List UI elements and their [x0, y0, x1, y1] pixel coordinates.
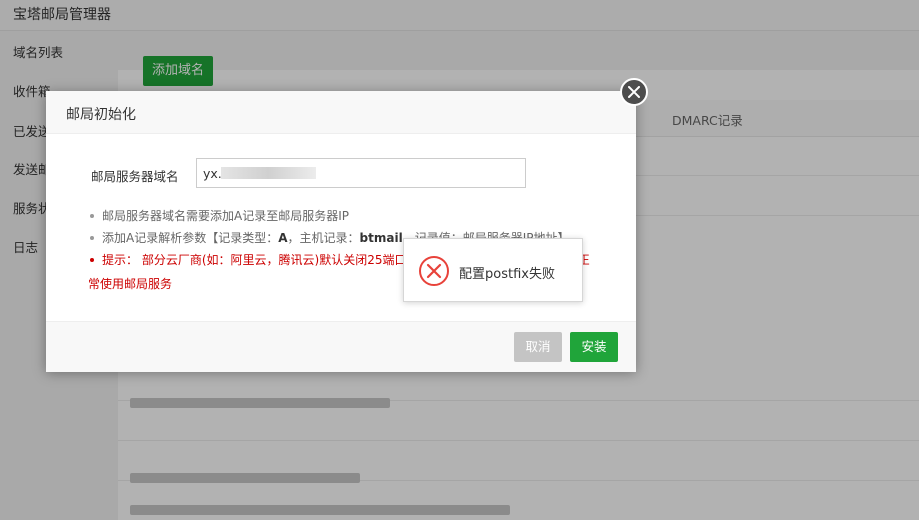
- install-button[interactable]: 安装: [570, 332, 618, 362]
- error-toast: 配置postfix失败: [403, 238, 583, 302]
- redacted-domain-text: [221, 167, 316, 179]
- close-icon: [628, 86, 640, 98]
- dialog-footer: 取消 安装: [46, 321, 636, 372]
- toast-message: 配置postfix失败: [459, 267, 555, 282]
- error-circle-icon: [419, 256, 449, 286]
- dialog-header: 邮局初始化: [46, 91, 636, 134]
- tip-item: 邮局服务器域名需要添加A记录至邮局服务器IP: [88, 205, 618, 227]
- mail-init-dialog: 邮局初始化 邮局服务器域名 邮局服务器域名需要添加A记录至邮局服务器IP 添加A…: [46, 91, 636, 372]
- cancel-button[interactable]: 取消: [514, 332, 562, 362]
- dialog-title: 邮局初始化: [66, 107, 136, 123]
- domain-field-label: 邮局服务器域名: [91, 169, 179, 184]
- close-dialog-button[interactable]: [620, 78, 648, 106]
